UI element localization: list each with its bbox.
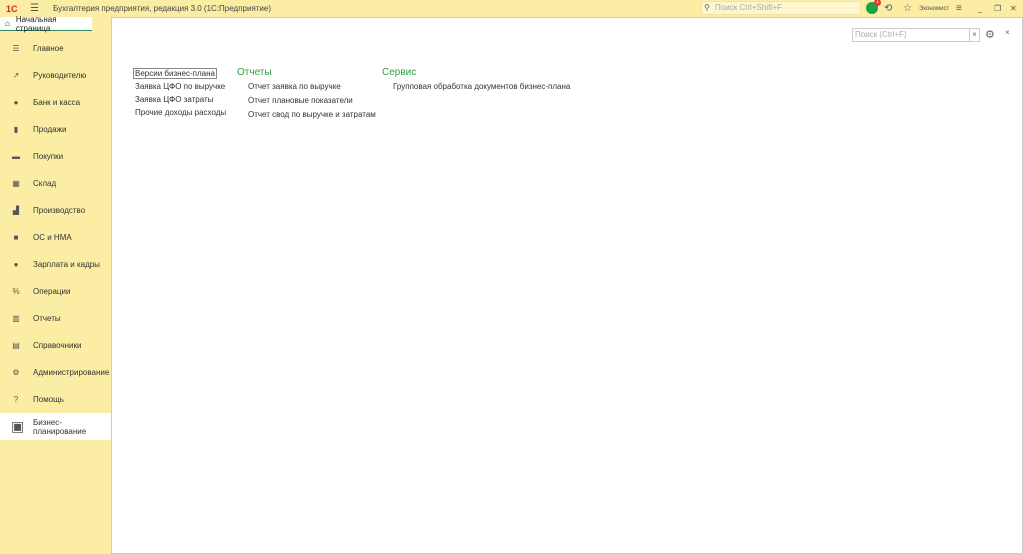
gear-icon: ⚙ bbox=[12, 368, 20, 377]
main-panel: Поиск (Ctrl+F) × ⚙ × Версии бизнес-плана… bbox=[111, 17, 1023, 554]
sidebar-item-payroll[interactable]: ● Зарплата и кадры bbox=[0, 251, 111, 278]
app-title: Бухгалтерия предприятия, редакция 3.0 (1… bbox=[53, 4, 272, 13]
sidebar-item-business-planning[interactable]: ▣ Бизнес-планирование bbox=[0, 413, 111, 440]
grid-icon: ▦ bbox=[12, 179, 20, 188]
close-icon[interactable]: × bbox=[1005, 28, 1010, 37]
help-icon: ? bbox=[13, 395, 19, 404]
truck-icon: ■ bbox=[13, 233, 19, 242]
operations-icon: % bbox=[12, 287, 20, 296]
menu-icon: ☰ bbox=[12, 44, 20, 53]
service-section: Сервис Групповая обработка документов би… bbox=[382, 66, 570, 93]
sidebar-item-label: Продажи bbox=[33, 125, 67, 134]
documents-column: Версии бизнес-плана Заявка ЦФО по выручк… bbox=[133, 67, 226, 119]
gear-icon[interactable]: ⚙ bbox=[985, 28, 995, 41]
planning-icon: ▣ bbox=[11, 418, 25, 434]
link-report-summary[interactable]: Отчет свод по выручке и затратам bbox=[237, 108, 376, 121]
link-other-income[interactable]: Прочие доходы расходы bbox=[133, 106, 226, 119]
menu-icon[interactable]: ☰ bbox=[30, 3, 40, 14]
sidebar-item-assets[interactable]: ■ ОС и НМА bbox=[0, 224, 111, 251]
link-cfo-revenue[interactable]: Заявка ЦФО по выручке bbox=[133, 80, 226, 93]
service-heading: Сервис bbox=[382, 67, 417, 78]
tab-label: Начальная страница bbox=[15, 14, 57, 33]
reports-heading: Отчеты bbox=[237, 67, 272, 78]
sidebar-item-main[interactable]: ☰ Главное bbox=[0, 35, 111, 62]
sidebar-item-label: Покупки bbox=[33, 152, 64, 161]
sidebar-item-warehouse[interactable]: ▦ Склад bbox=[0, 170, 111, 197]
trend-icon: ↗ bbox=[12, 71, 20, 80]
link-report-revenue[interactable]: Отчет заявка по выручке bbox=[237, 80, 376, 93]
sidebar-item-production[interactable]: ▟ Производство bbox=[0, 197, 111, 224]
sidebar-item-sales[interactable]: ▮ Продажи bbox=[0, 116, 111, 143]
sidebar-item-purchases[interactable]: ▬ Покупки bbox=[0, 143, 111, 170]
sidebar-item-label: Главное bbox=[33, 44, 64, 53]
reports-section: Отчеты Отчет заявка по выручке Отчет пла… bbox=[237, 66, 376, 121]
history-icon[interactable]: ⟲ bbox=[884, 0, 892, 17]
sidebar-item-help[interactable]: ? Помощь bbox=[0, 386, 111, 413]
sidebar-item-label: Операции bbox=[33, 287, 71, 296]
tab-home[interactable]: ⌂ Начальная страница bbox=[0, 14, 92, 33]
close-icon[interactable]: ✕ bbox=[1010, 0, 1017, 17]
sidebar-item-catalogs[interactable]: ▤ Справочники bbox=[0, 332, 111, 359]
search-placeholder: Поиск Ctrl+Shift+F bbox=[715, 3, 783, 12]
link-report-plan[interactable]: Отчет плановые показатели bbox=[237, 94, 376, 107]
sidebar-item-label: Администрирование bbox=[33, 368, 110, 377]
sidebar-item-label: Бизнес-планирование bbox=[33, 417, 87, 436]
coin-icon: ● bbox=[13, 98, 19, 107]
1c-logo: 1С bbox=[6, 3, 18, 14]
form-search-input[interactable]: Поиск (Ctrl+F) bbox=[852, 28, 980, 42]
settings-menu-icon[interactable]: ≡ bbox=[956, 0, 962, 17]
link-business-plan-versions[interactable]: Версии бизнес-плана bbox=[133, 68, 217, 79]
bag-icon: ▮ bbox=[13, 125, 19, 134]
sidebar-item-label: Банк и касса bbox=[33, 98, 81, 107]
cart-icon: ▬ bbox=[12, 152, 20, 161]
star-icon[interactable]: ☆ bbox=[903, 0, 912, 17]
clear-search-icon[interactable]: × bbox=[969, 28, 980, 42]
sidebar-item-label: ОС и НМА bbox=[33, 233, 72, 242]
factory-icon: ▟ bbox=[12, 206, 20, 215]
link-group-processing[interactable]: Групповая обработка документов бизнес-пл… bbox=[382, 80, 570, 93]
restore-icon[interactable]: ❐ bbox=[994, 0, 1001, 17]
link-cfo-costs[interactable]: Заявка ЦФО затраты bbox=[133, 93, 226, 106]
sidebar-item-reports[interactable]: ▥ Отчеты bbox=[0, 305, 111, 332]
sidebar-item-label: Помощь bbox=[33, 395, 64, 404]
sidebar-item-bank[interactable]: ● Банк и касса bbox=[0, 89, 111, 116]
notifications-button[interactable]: 1 bbox=[866, 0, 881, 14]
sidebar-item-operations[interactable]: % Операции bbox=[0, 278, 111, 305]
sidebar-item-label: Зарплата и кадры bbox=[33, 260, 100, 269]
sidebar-item-label: Отчеты bbox=[33, 314, 61, 323]
user-name[interactable]: Экономист bbox=[919, 0, 949, 17]
sidebar: ☰ Главное ↗ Руководителю ● Банк и касса ▮ Пр… bbox=[0, 35, 111, 440]
home-icon: ⌂ bbox=[5, 19, 10, 28]
sidebar-item-manager[interactable]: ↗ Руководителю bbox=[0, 62, 111, 89]
global-search-input[interactable]: ⚲ Поиск Ctrl+Shift+F bbox=[701, 1, 861, 15]
sidebar-item-label: Склад bbox=[33, 179, 57, 188]
sidebar-item-label: Руководителю bbox=[33, 71, 87, 80]
sidebar-item-label: Справочники bbox=[33, 341, 82, 350]
person-icon: ● bbox=[13, 260, 19, 269]
book-icon: ▤ bbox=[12, 341, 20, 350]
sidebar-item-label: Производство bbox=[33, 206, 86, 215]
bar-chart-icon: ▥ bbox=[12, 314, 20, 323]
minimize-icon[interactable]: _ bbox=[978, 0, 982, 17]
sidebar-item-admin[interactable]: ⚙ Администрирование bbox=[0, 359, 111, 386]
search-icon: ⚲ bbox=[704, 3, 710, 12]
